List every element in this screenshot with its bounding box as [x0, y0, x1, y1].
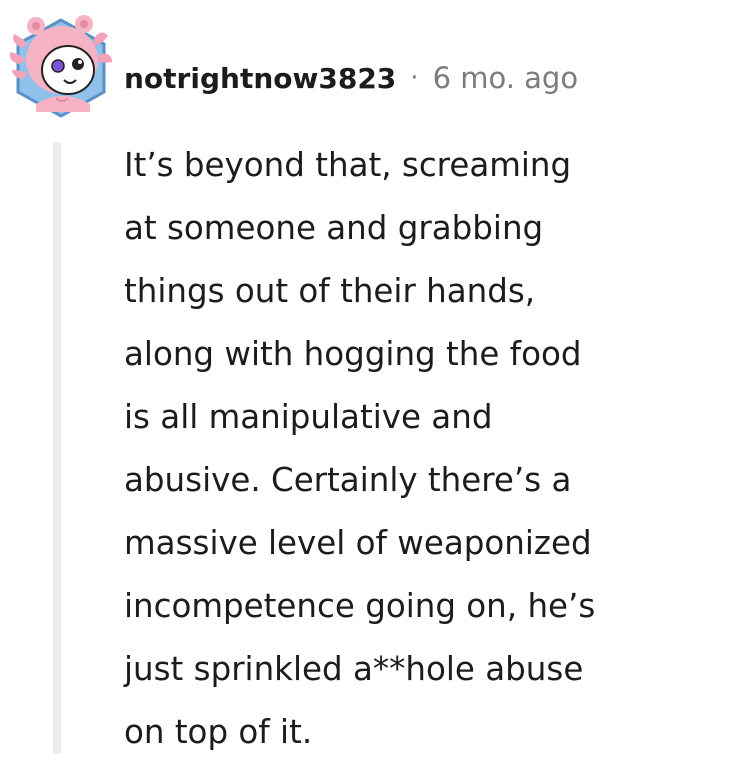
comment-body: It’s beyond that, screaming at someone a… — [124, 134, 720, 764]
thread-collapse-line[interactable] — [53, 142, 61, 754]
comment: notrightnow3823 · 6 mo. ago It’s beyond … — [0, 0, 731, 754]
comment-body-line: along with hogging the food — [124, 335, 582, 373]
author-link[interactable]: notrightnow3823 — [124, 62, 396, 95]
comment-body-line: just sprinkled a**hole abuse — [124, 650, 584, 688]
comment-body-line: incompetence going on, he’s — [124, 587, 596, 625]
comment-body-line: on top of it. — [124, 713, 313, 751]
comment-body-line: massive level of weaponized — [124, 524, 592, 562]
comment-timestamp[interactable]: 6 mo. ago — [433, 61, 579, 95]
comment-body-line: is all manipulative and — [124, 398, 493, 436]
comment-body-line: things out of their hands, — [124, 272, 536, 310]
comment-body-line: It’s beyond that, screaming — [124, 146, 572, 184]
comment-meta: notrightnow3823 · 6 mo. ago — [124, 56, 578, 100]
user-avatar[interactable] — [8, 8, 114, 118]
comment-body-line: at someone and grabbing — [124, 209, 544, 247]
meta-separator: · — [410, 63, 419, 93]
axolotl-avatar-icon — [9, 15, 112, 118]
comment-body-line: abusive. Certainly there’s a — [124, 461, 572, 499]
